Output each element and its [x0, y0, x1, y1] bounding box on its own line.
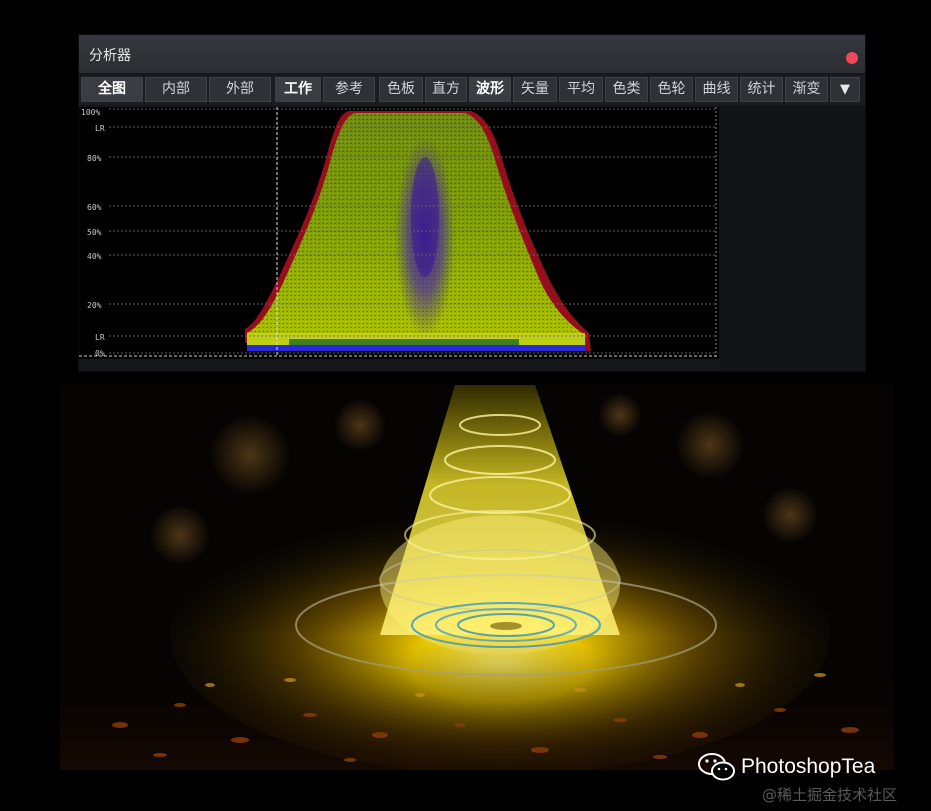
- tab-gradient[interactable]: 渐变: [785, 77, 828, 102]
- tab-vector[interactable]: 矢量: [513, 77, 557, 102]
- analyzer-window: 分析器 全图 内部 外部 工作 参考 色板 直方 波形 矢量 平均 色类 色轮 …: [79, 35, 865, 371]
- preview-image: [60, 385, 894, 770]
- window-titlebar[interactable]: 分析器: [79, 35, 865, 73]
- close-button[interactable]: [846, 52, 858, 64]
- tab-average[interactable]: 平均: [559, 77, 603, 102]
- tab-statistics[interactable]: 统计: [740, 77, 783, 102]
- window-title: 分析器: [89, 48, 131, 64]
- grid-label-0: 0%: [95, 349, 105, 358]
- grid-label-lr-bottom: LR: [95, 333, 105, 342]
- wechat-icon: [698, 753, 735, 781]
- tab-inner[interactable]: 内部: [145, 77, 207, 102]
- grid-label-60: 60%: [87, 203, 102, 212]
- tab-working[interactable]: 工作: [275, 77, 321, 102]
- grid-label-50: 50%: [87, 228, 102, 237]
- grid-label-lr-top: LR: [95, 124, 105, 133]
- tab-curves[interactable]: 曲线: [695, 77, 738, 102]
- waveform-scope: 100% LR 80% 60% 50% 40% 20% LR 0%: [79, 107, 719, 359]
- tab-swatches[interactable]: 色板: [379, 77, 423, 102]
- tab-color-wheel[interactable]: 色轮: [650, 77, 693, 102]
- dropdown-menu-button[interactable]: ▼: [830, 77, 860, 102]
- tab-histogram[interactable]: 直方: [425, 77, 467, 102]
- grid-label-40: 40%: [87, 252, 102, 261]
- watermark-brand: PhotoshopTea: [741, 755, 876, 778]
- tab-reference[interactable]: 参考: [323, 77, 375, 102]
- tab-color-class[interactable]: 色类: [605, 77, 648, 102]
- grid-label-100: 100%: [81, 108, 100, 117]
- scope-side-panel: [719, 107, 865, 371]
- tab-bar: 全图 内部 外部 工作 参考 色板 直方 波形 矢量 平均 色类 色轮 曲线 统…: [79, 75, 865, 105]
- tab-outer[interactable]: 外部: [209, 77, 271, 102]
- tab-waveform[interactable]: 波形: [469, 77, 511, 102]
- watermark-site: @稀土掘金技术社区: [762, 786, 898, 804]
- tab-full-image[interactable]: 全图: [81, 77, 143, 102]
- grid-label-20: 20%: [87, 301, 102, 310]
- grid-label-80: 80%: [87, 154, 102, 163]
